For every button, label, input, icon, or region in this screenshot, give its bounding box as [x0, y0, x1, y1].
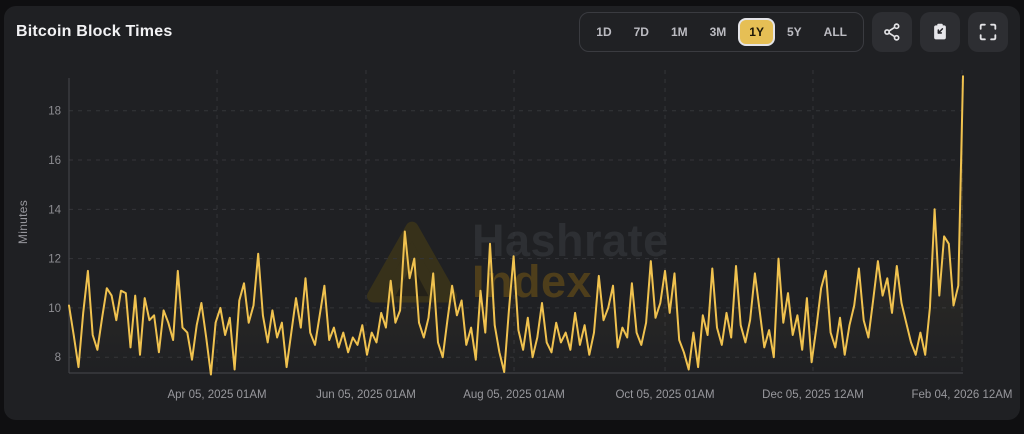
series-area — [69, 76, 963, 374]
x-tick-label: Oct 05, 2025 01AM — [615, 389, 714, 401]
chart-header: Bitcoin Block Times 1D7D1M3M1Y5YALL — [0, 6, 1024, 58]
share-icon — [881, 21, 903, 43]
x-tick-label: Aug 05, 2025 01AM — [463, 389, 565, 401]
range-button-1y[interactable]: 1Y — [738, 18, 775, 46]
time-range-selector: 1D7D1M3M1Y5YALL — [579, 12, 864, 52]
toolbar: 1D7D1M3M1Y5YALL — [579, 12, 1008, 52]
y-tick-label: 18 — [48, 106, 61, 118]
y-tick-label: 16 — [48, 155, 61, 167]
y-tick-label: 8 — [55, 352, 61, 364]
x-tick-label: Apr 05, 2025 01AM — [167, 389, 266, 401]
y-tick-label: 12 — [48, 254, 61, 266]
fullscreen-button[interactable] — [968, 12, 1008, 52]
block-times-chart[interactable]: Apr 05, 2025 01AM Jun 05, 2025 01AM Aug 05… — [0, 0, 1024, 434]
x-tick-label: Dec 05, 2025 12AM — [762, 389, 864, 401]
x-tick-label: Feb 04, 2026 12AM — [912, 389, 1013, 401]
clipboard-icon — [929, 21, 951, 43]
share-button[interactable] — [872, 12, 912, 52]
range-button-7d[interactable]: 7D — [624, 19, 659, 45]
range-button-3m[interactable]: 3M — [700, 19, 737, 45]
range-button-5y[interactable]: 5Y — [777, 19, 812, 45]
range-button-1m[interactable]: 1M — [661, 19, 698, 45]
x-tick-label: Jun 05, 2025 01AM — [316, 389, 416, 401]
range-button-all[interactable]: ALL — [814, 19, 857, 45]
y-tick-label: 14 — [48, 204, 61, 216]
fullscreen-icon — [977, 21, 999, 43]
range-button-1d[interactable]: 1D — [586, 19, 621, 45]
chart-title: Bitcoin Block Times — [16, 23, 172, 41]
y-axis-title: Minutes — [16, 182, 30, 262]
y-tick-label: 10 — [48, 303, 61, 315]
export-image-button[interactable] — [920, 12, 960, 52]
